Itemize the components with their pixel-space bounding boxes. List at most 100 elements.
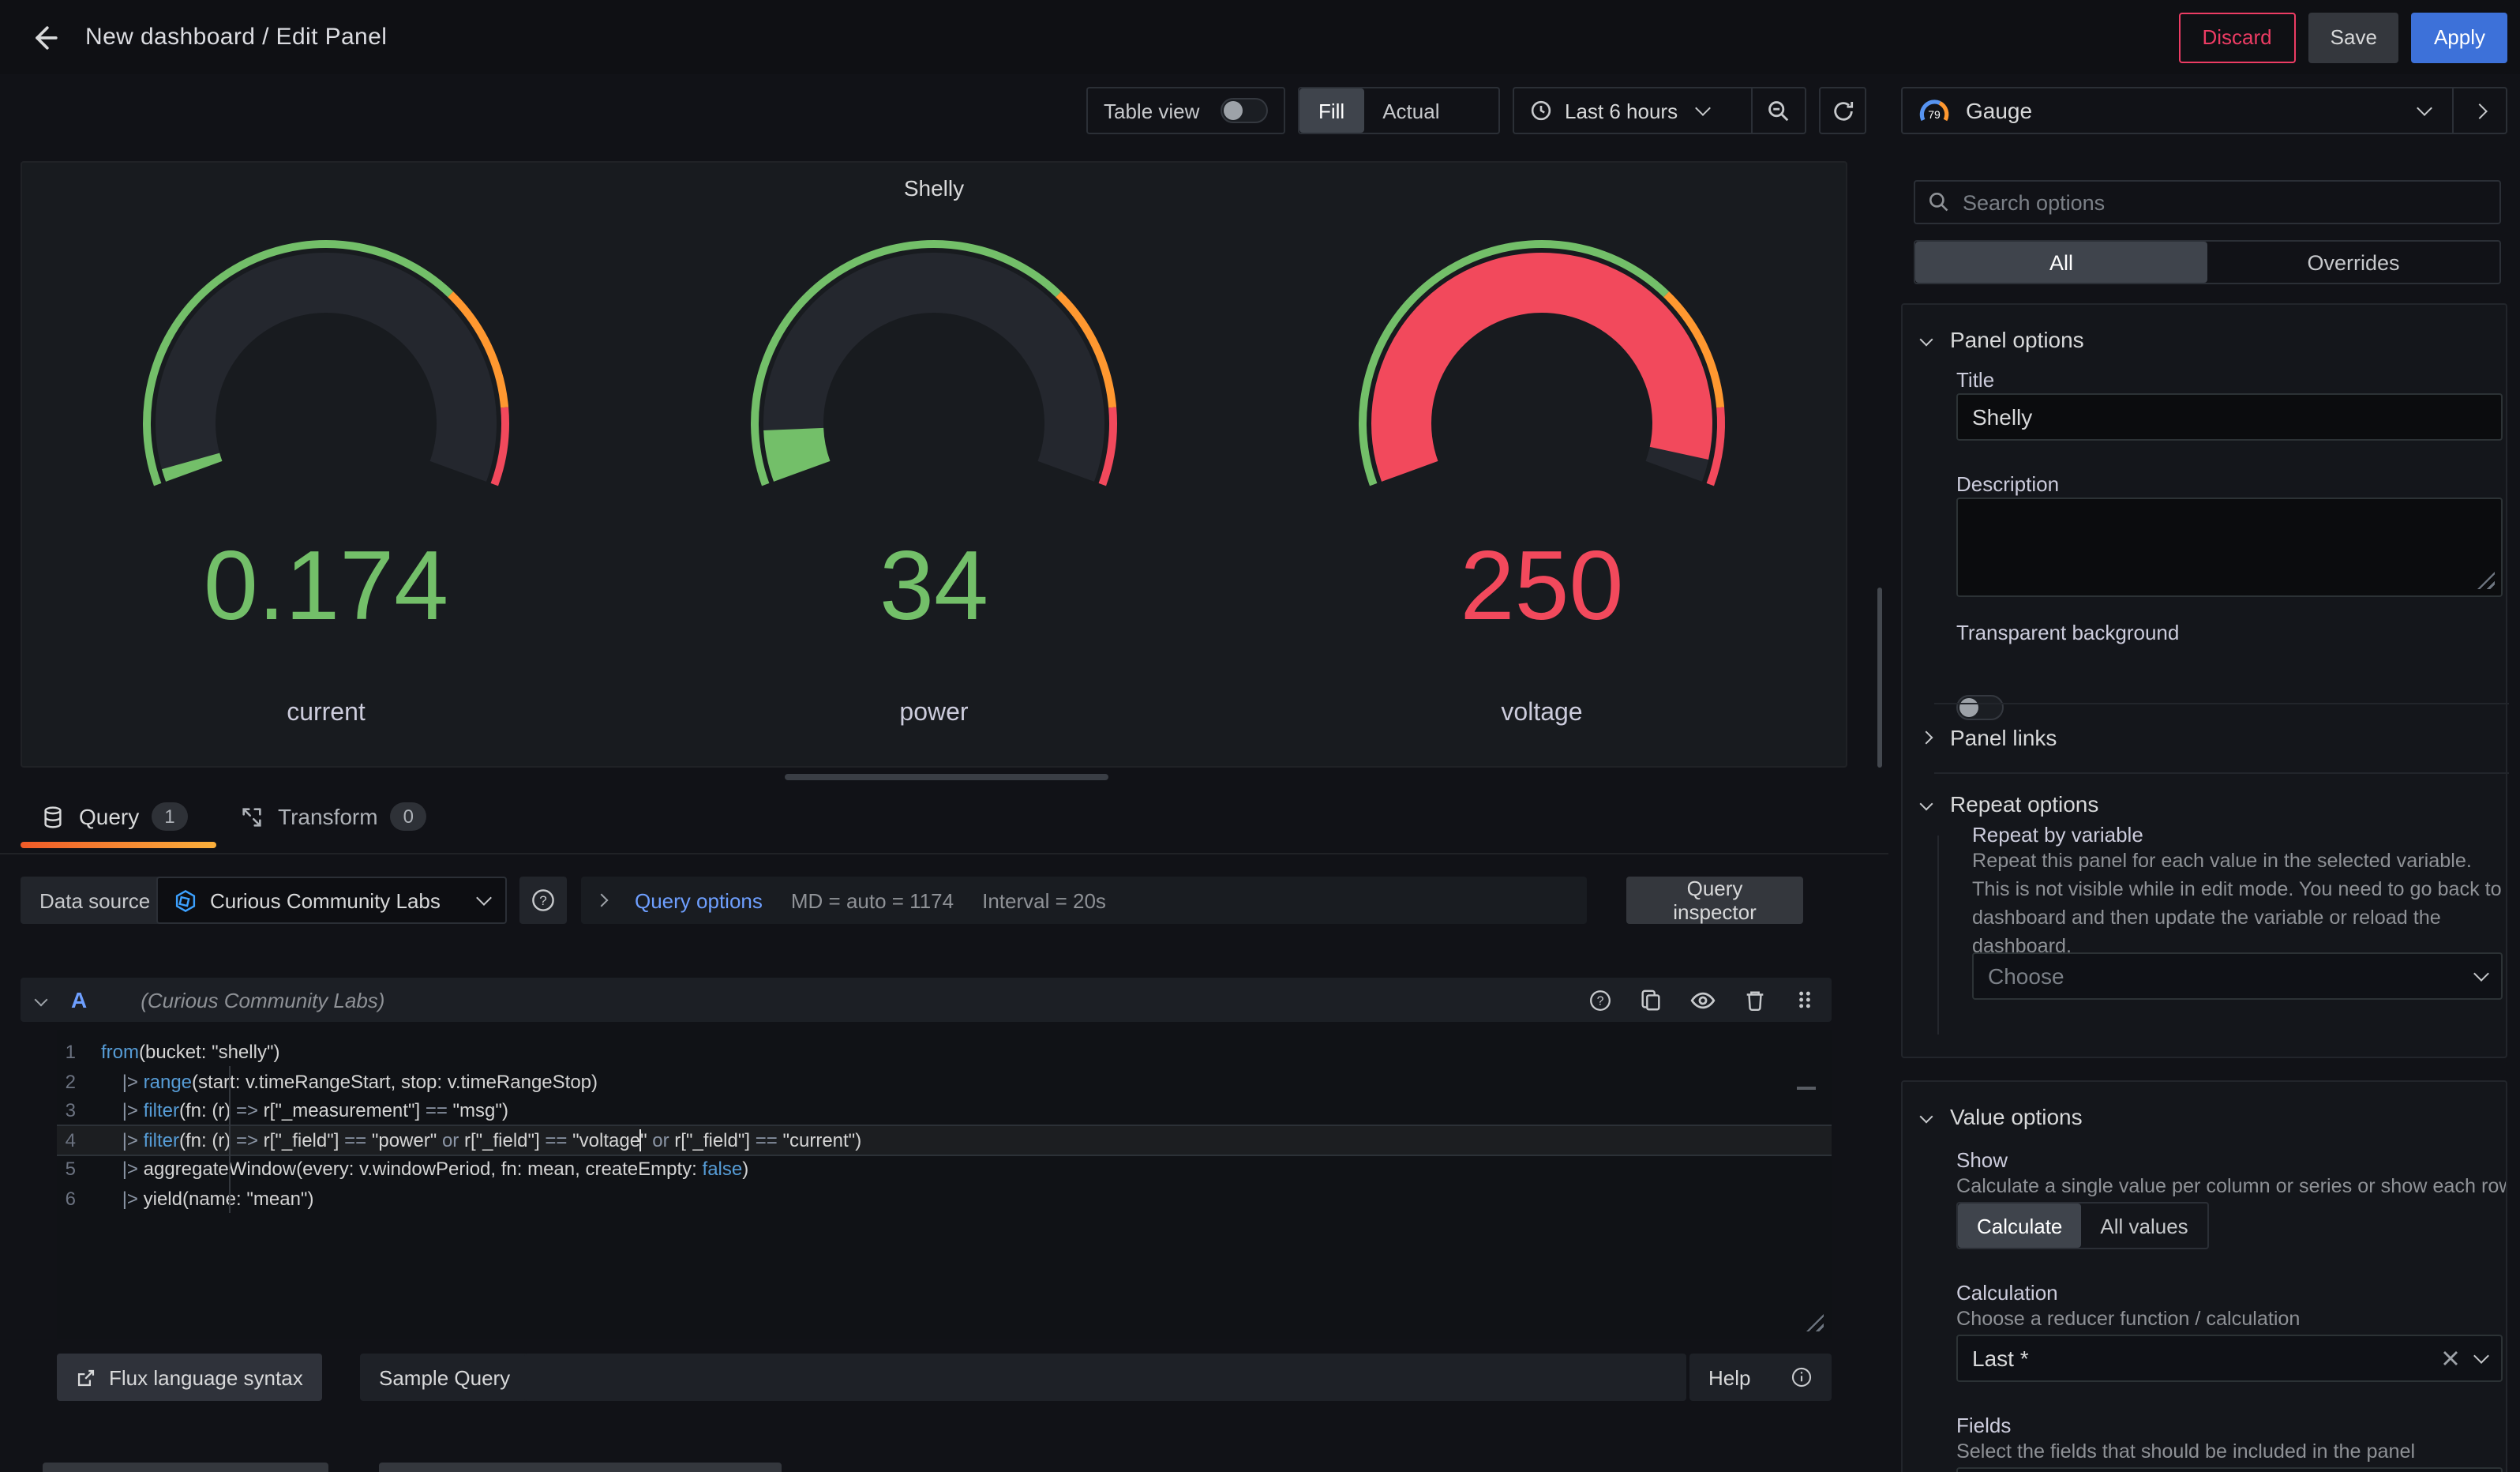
datasource-picker[interactable]: Curious Community Labs <box>156 877 507 924</box>
refresh-button[interactable] <box>1819 87 1866 134</box>
time-range-group: Last 6 hours <box>1513 87 1806 134</box>
panel-links-header[interactable]: Panel links <box>1922 725 2057 750</box>
indent-guide <box>229 1066 231 1213</box>
tab-query[interactable]: Query 1 <box>41 785 188 848</box>
gauge-label: current <box>22 700 630 728</box>
repeat-variable-select[interactable]: Choose <box>1972 952 2503 1000</box>
panel-options-section: Panel options Title Shelly Description T… <box>1901 303 2507 1058</box>
chevron-down-icon <box>2473 966 2489 982</box>
help-label: Help <box>1708 1365 1751 1389</box>
query-options-row[interactable]: Query options MD = auto = 1174 Interval … <box>581 877 1587 924</box>
code-line[interactable]: 3 |> filter(fn: (r) => r["_measurement"]… <box>57 1096 1832 1125</box>
pane-resize-handle[interactable] <box>785 774 1108 780</box>
code-line[interactable]: 2 |> range(start: v.timeRangeStart, stop… <box>57 1067 1832 1096</box>
title-value: Shelly <box>1972 404 2032 430</box>
datasource-name: Curious Community Labs <box>210 888 466 912</box>
back-arrow-icon <box>28 20 63 54</box>
svg-text:?: ? <box>1597 994 1604 1008</box>
fields-select[interactable] <box>1956 1467 2503 1472</box>
delete-query-icon[interactable] <box>1743 988 1767 1012</box>
chevron-down-icon <box>1920 333 1933 347</box>
query-row-header[interactable]: A (Curious Community Labs) ? <box>21 978 1832 1022</box>
panel-options-title: Panel options <box>1950 327 2084 352</box>
drag-handle-icon[interactable] <box>1794 989 1816 1011</box>
panel-options-header[interactable]: Panel options <box>1903 305 2506 352</box>
tab-overrides[interactable]: Overrides <box>2207 242 2499 283</box>
gauge: 250voltage <box>1238 163 1846 766</box>
query-ref: A <box>71 987 87 1012</box>
title-input[interactable]: Shelly <box>1956 393 2503 441</box>
repeat-description: Repeat this panel for each value in the … <box>1972 848 2503 961</box>
search-options-input[interactable]: Search options <box>1914 180 2501 224</box>
chevron-right-icon <box>595 894 609 907</box>
table-view-switch[interactable] <box>1221 98 1268 123</box>
add-query-button[interactable] <box>43 1463 328 1472</box>
page-title: New dashboard / Edit Panel <box>85 24 387 51</box>
tab-all[interactable]: All <box>1915 242 2207 283</box>
help-button[interactable]: Help <box>1689 1354 1832 1401</box>
gauge-panel[interactable]: Shelly 0.174current34power250voltage <box>21 161 1847 768</box>
chevron-down-icon <box>2417 100 2432 116</box>
actual-option[interactable]: Actual <box>1363 88 1458 133</box>
repeat-by-variable-label: Repeat by variable <box>1972 823 2143 847</box>
tab-transform[interactable]: Transform 0 <box>240 785 426 848</box>
gauge-arc <box>630 163 1238 769</box>
question-circle-icon: ? <box>531 888 556 913</box>
query-help-icon[interactable]: ? <box>1588 988 1612 1012</box>
fill-option[interactable]: Fill <box>1299 88 1363 133</box>
textarea-resize-handle[interactable] <box>2477 572 2495 589</box>
repeat-options-title: Repeat options <box>1950 791 2098 817</box>
duplicate-query-icon[interactable] <box>1639 988 1663 1012</box>
gauge-arc <box>22 163 630 769</box>
discard-button[interactable]: Discard <box>2179 12 2296 62</box>
flux-syntax-label: Flux language syntax <box>109 1365 303 1389</box>
tab-query-label: Query <box>79 804 139 829</box>
toggle-viz-pane-button[interactable] <box>2454 88 2506 133</box>
scrollbar-thumb[interactable] <box>1877 588 1882 768</box>
code-line[interactable]: 5 |> aggregateWindow(every: v.windowPeri… <box>57 1155 1832 1184</box>
time-range-picker[interactable]: Last 6 hours <box>1514 88 1751 133</box>
description-textarea[interactable] <box>1956 498 2503 597</box>
calculation-label: Calculation <box>1956 1281 2058 1305</box>
datasource-help-button[interactable]: ? <box>519 877 567 924</box>
code-line[interactable]: 1from(bucket: "shelly") <box>57 1038 1832 1067</box>
code-line[interactable]: 6 |> yield(name: "mean") <box>57 1184 1832 1213</box>
clear-icon[interactable] <box>2441 1349 2460 1368</box>
calculation-select[interactable]: Last * <box>1956 1335 2503 1382</box>
show-description: Calculate a single value per column or s… <box>1956 1173 2506 1202</box>
toggle-visibility-icon[interactable] <box>1689 986 1716 1013</box>
svg-text:?: ? <box>539 893 546 908</box>
query-inspector-button[interactable]: Query inspector <box>1626 877 1803 924</box>
zoom-out-button[interactable] <box>1753 88 1805 133</box>
add-expression-button[interactable] <box>379 1463 782 1472</box>
code-editor[interactable]: 1from(bucket: "shelly")2 |> range(start:… <box>57 1030 1832 1339</box>
gauge-label: power <box>630 700 1238 728</box>
transparent-bg-switch[interactable] <box>1956 695 2004 720</box>
save-button[interactable]: Save <box>2308 12 2399 62</box>
chevron-right-icon <box>1920 731 1933 745</box>
chevron-down-icon <box>476 890 492 906</box>
editor-resize-handle[interactable] <box>1806 1314 1824 1331</box>
top-header: New dashboard / Edit Panel Discard Save … <box>0 0 2520 74</box>
query-transform-tabs: Query 1 Transform 0 <box>0 785 1888 854</box>
search-icon <box>1928 191 1950 213</box>
visualization-picker[interactable]: 79 Gauge <box>1901 87 2507 134</box>
calculation-description: Choose a reducer function / calculation <box>1956 1306 2506 1335</box>
flux-syntax-button[interactable]: Flux language syntax <box>57 1354 322 1401</box>
value-options-header[interactable]: Value options <box>1903 1082 2506 1129</box>
chevron-right-icon <box>2472 103 2488 118</box>
query-count-badge: 1 <box>152 802 187 831</box>
max-data-points: MD = auto = 1174 <box>791 888 954 912</box>
code-line[interactable]: 4 |> filter(fn: (r) => r["_field"] == "p… <box>57 1125 1832 1155</box>
repeat-options-header[interactable]: Repeat options <box>1922 791 2098 817</box>
time-range-label: Last 6 hours <box>1565 99 1678 122</box>
all-overrides-tabs: All Overrides <box>1914 240 2501 284</box>
sample-query-button[interactable]: Sample Query <box>360 1354 529 1401</box>
all-values-option[interactable]: All values <box>2081 1204 2207 1248</box>
gauge-value: 250 <box>1238 539 1846 636</box>
apply-button[interactable]: Apply <box>2412 12 2507 62</box>
calculate-option[interactable]: Calculate <box>1958 1204 2081 1248</box>
fields-label: Fields <box>1956 1414 2011 1437</box>
code-lines: 1from(bucket: "shelly")2 |> range(start:… <box>57 1038 1832 1213</box>
back-button[interactable] <box>28 20 63 54</box>
